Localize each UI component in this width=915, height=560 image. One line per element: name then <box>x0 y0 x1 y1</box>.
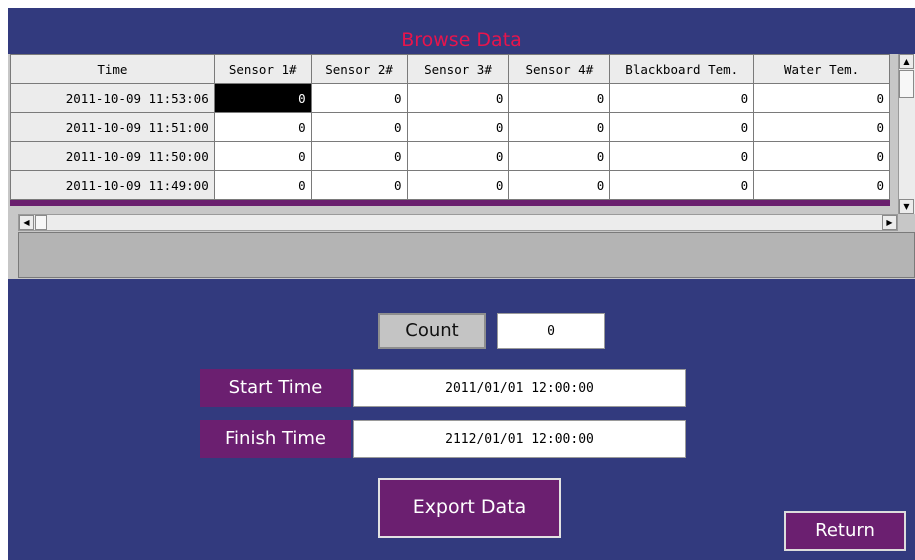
table-header-row: Time Sensor 1# Sensor 2# Sensor 3# Sensor 4#… <box>10 54 890 84</box>
time-cell[interactable]: 2011-10-09 11:53:06 <box>10 83 215 113</box>
column-header[interactable]: Sensor 3# <box>406 54 510 84</box>
value-cell[interactable]: 0 <box>753 83 890 113</box>
table-row[interactable]: 2011-10-09 11:51:00 0 0 0 0 0 0 <box>10 112 890 142</box>
value-cell[interactable]: 0 <box>609 141 755 171</box>
finish-time-label: Finish Time <box>200 420 351 458</box>
value-cell[interactable]: 0 <box>213 112 312 142</box>
data-table-viewport: Time Sensor 1# Sensor 2# Sensor 3# Sensor 4#… <box>10 54 890 206</box>
value-cell[interactable]: 0 <box>213 170 312 200</box>
table-row[interactable]: 2011-10-09 11:50:00 0 0 0 0 0 0 <box>10 141 890 171</box>
column-header[interactable]: Sensor 4# <box>508 54 611 84</box>
value-cell[interactable]: 0 <box>310 112 408 142</box>
value-cell[interactable]: 0 <box>406 170 510 200</box>
horizontal-scrollbar[interactable]: ◀ ▶ <box>18 214 898 231</box>
arrow-left-icon[interactable]: ◀ <box>19 215 34 230</box>
arrow-up-icon[interactable]: ▲ <box>899 54 914 69</box>
data-table: Time Sensor 1# Sensor 2# Sensor 3# Sensor 4#… <box>10 54 890 200</box>
time-cell[interactable]: 2011-10-09 11:51:00 <box>10 112 215 142</box>
arrow-down-icon[interactable]: ▼ <box>899 199 914 214</box>
value-cell[interactable]: 0 <box>609 170 755 200</box>
arrow-right-icon[interactable]: ▶ <box>882 215 897 230</box>
value-cell[interactable]: 0 <box>310 170 408 200</box>
horizontal-scroll-thumb[interactable] <box>35 215 47 230</box>
table-row[interactable]: 2011-10-09 11:53:06 0 0 0 0 0 0 <box>10 83 890 113</box>
export-data-button[interactable]: Export Data <box>378 478 561 538</box>
value-cell[interactable]: 0 <box>213 141 312 171</box>
column-header[interactable]: Time <box>10 54 215 84</box>
table-row[interactable]: 2011-10-09 11:49:00 0 0 0 0 0 0 <box>10 170 890 200</box>
value-cell[interactable]: 0 <box>213 83 312 113</box>
return-button[interactable]: Return <box>784 511 906 551</box>
vertical-scrollbar[interactable]: ▲ ▼ <box>898 54 915 214</box>
value-cell[interactable]: 0 <box>406 83 510 113</box>
value-cell[interactable]: 0 <box>508 83 611 113</box>
value-cell[interactable]: 0 <box>753 112 890 142</box>
value-cell[interactable]: 0 <box>753 141 890 171</box>
start-time-field[interactable]: 2011/01/01 12:00:00 <box>353 369 686 407</box>
value-cell[interactable]: 0 <box>508 170 611 200</box>
value-cell[interactable]: 0 <box>508 141 611 171</box>
value-cell[interactable]: 0 <box>406 141 510 171</box>
time-cell[interactable]: 2011-10-09 11:50:00 <box>10 141 215 171</box>
status-bar <box>18 232 915 278</box>
value-cell[interactable]: 0 <box>406 112 510 142</box>
vertical-scroll-thumb[interactable] <box>899 70 914 98</box>
column-header[interactable]: Water Tem. <box>753 54 890 84</box>
time-cell[interactable]: 2011-10-09 11:49:00 <box>10 170 215 200</box>
value-cell[interactable]: 0 <box>609 112 755 142</box>
column-header[interactable]: Blackboard Tem. <box>609 54 755 84</box>
value-cell[interactable]: 0 <box>753 170 890 200</box>
column-header[interactable]: Sensor 1# <box>213 54 312 84</box>
page-title: Browse Data <box>401 29 522 51</box>
value-cell[interactable]: 0 <box>508 112 611 142</box>
value-cell[interactable]: 0 <box>609 83 755 113</box>
value-cell[interactable]: 0 <box>310 141 408 171</box>
finish-time-field[interactable]: 2112/01/01 12:00:00 <box>353 420 686 458</box>
count-value-field: 0 <box>497 313 605 349</box>
count-button[interactable]: Count <box>378 313 486 349</box>
value-cell[interactable]: 0 <box>310 83 408 113</box>
start-time-label: Start Time <box>200 369 351 407</box>
column-header[interactable]: Sensor 2# <box>310 54 408 84</box>
